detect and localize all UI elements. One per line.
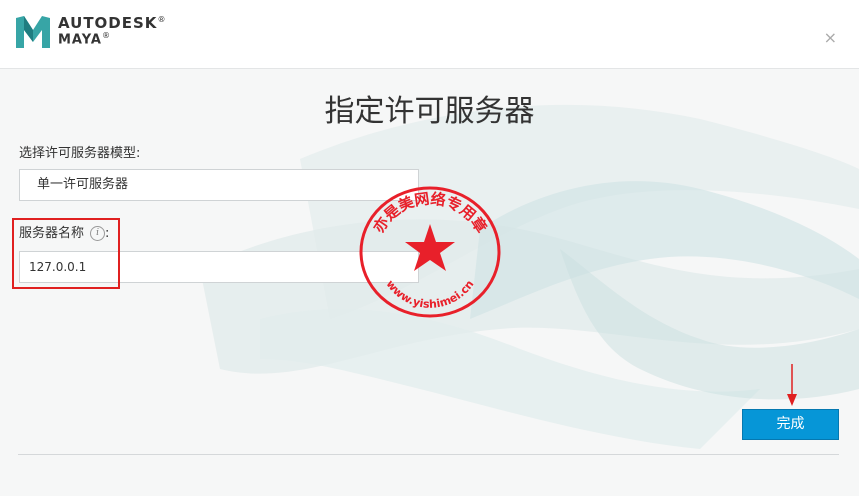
page-title: 指定许可服务器 bbox=[324, 94, 535, 129]
arrow-down-icon bbox=[787, 364, 797, 406]
star-icon bbox=[405, 224, 455, 271]
brand-autodesk: AUTODESK® bbox=[58, 14, 167, 32]
svg-text:www.yishimei.cn: www.yishimei.cn bbox=[384, 278, 477, 311]
maya-logo-icon bbox=[16, 16, 50, 48]
watermark-stamp: 亦是美网络专用章 www.yishimei.cn bbox=[359, 186, 501, 318]
installer-window: AUTODESK® MAYA® × 指定许可服务器 选择许可服务器模型: 单一许… bbox=[0, 0, 859, 496]
stamp-bottom-text: www.yishimei.cn bbox=[384, 278, 477, 311]
header-bar: AUTODESK® MAYA® × bbox=[0, 0, 859, 69]
close-icon[interactable]: × bbox=[824, 28, 837, 47]
footer-divider bbox=[18, 454, 839, 455]
license-model-value: 单一许可服务器 bbox=[37, 177, 129, 192]
brand-maya: MAYA® bbox=[58, 31, 111, 48]
highlight-box bbox=[12, 218, 120, 289]
license-model-label: 选择许可服务器模型: bbox=[19, 146, 141, 161]
finish-button[interactable]: 完成 bbox=[742, 409, 839, 440]
